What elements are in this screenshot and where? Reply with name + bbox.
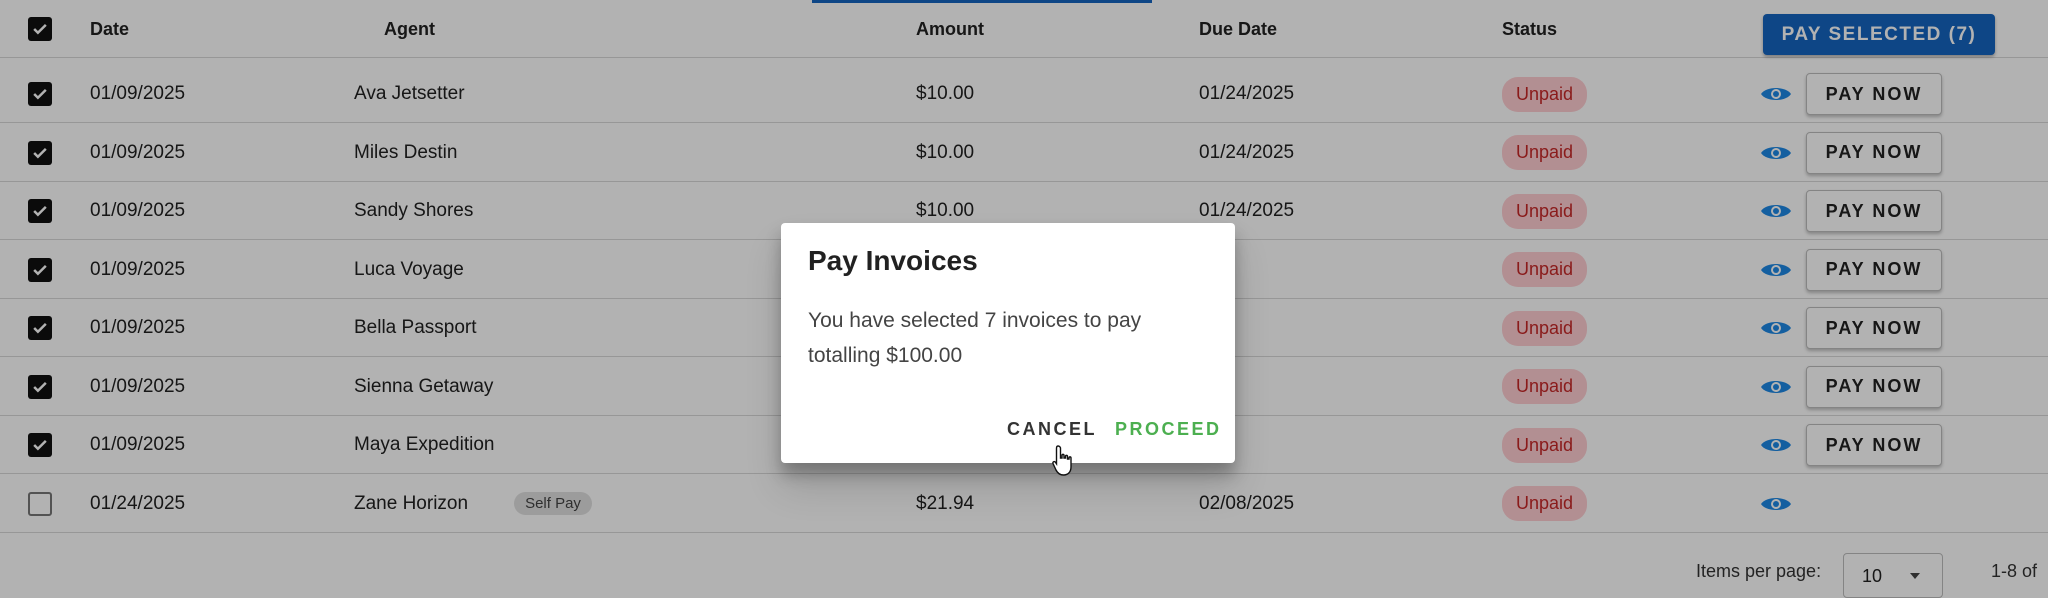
cancel-button[interactable]: CANCEL — [1007, 419, 1097, 440]
dialog-title: Pay Invoices — [808, 245, 978, 276]
proceed-button[interactable]: PROCEED — [1115, 419, 1222, 440]
pay-invoices-dialog: Pay Invoices You have selected 7 invoice… — [781, 223, 1235, 463]
hand-cursor-icon — [1052, 445, 1072, 476]
dialog-message: You have selected 7 invoices to pay tota… — [808, 309, 1142, 367]
